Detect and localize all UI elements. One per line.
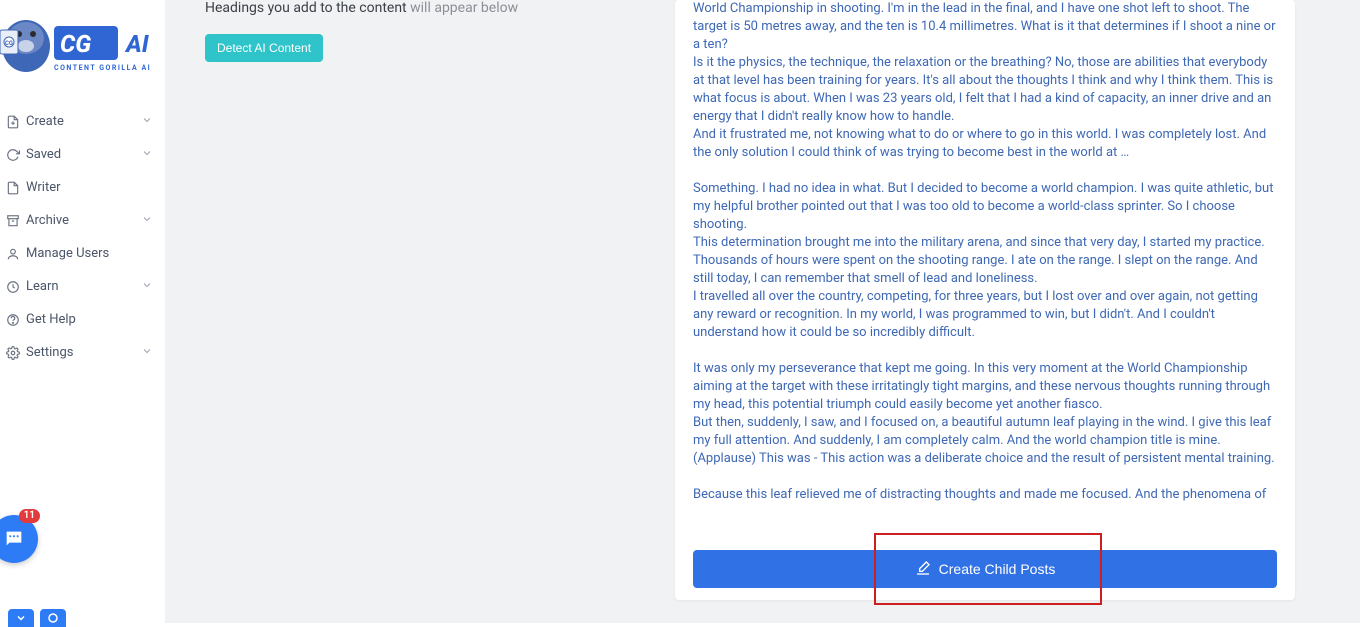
headings-note: Headings you add to the content will app… [205,0,685,16]
editor-text[interactable]: World Championship in shooting. I'm in t… [693,0,1277,530]
edit-icon [915,560,931,579]
svg-text:CONTENT GORILLA AI: CONTENT GORILLA AI [54,64,151,72]
left-panel: Headings you add to the content will app… [205,0,685,62]
detect-ai-content-button[interactable]: Detect AI Content [205,34,323,62]
brand-logo: CG CG AI CONTENT GORILLA AI [0,0,165,85]
nav-manage-users[interactable]: Manage Users [0,237,165,270]
editor-scroll[interactable]: World Championship in shooting. I'm in t… [675,0,1295,530]
create-child-posts-button[interactable]: Create Child Posts [693,550,1277,588]
bottom-action-2[interactable] [40,609,66,627]
chevron-down-icon [141,147,153,163]
user-icon [6,247,20,261]
nav-label: Create [26,114,141,129]
nav-create[interactable]: Create [0,105,165,138]
doc-icon [6,181,20,195]
gear-icon [6,346,20,360]
editor-paragraph[interactable]: But then, suddenly, I saw, and I focused… [693,414,1277,468]
editor-paragraph[interactable]: World Championship in shooting. I'm in t… [693,0,1277,54]
nav-label: Manage Users [26,246,153,261]
nav-label: Saved [26,147,141,162]
help-icon [6,313,20,327]
editor-card: World Championship in shooting. I'm in t… [675,0,1295,600]
editor-paragraph[interactable]: This determination brought me into the m… [693,234,1277,288]
editor-paragraph[interactable]: It was only my perseverance that kept me… [693,360,1277,414]
editor-paragraph[interactable]: And it frustrated me, not knowing what t… [693,126,1277,162]
nav-settings[interactable]: Settings [0,336,165,369]
chevron-down-icon [141,114,153,130]
svg-text:CG: CG [5,40,13,47]
nav-label: Learn [26,279,141,294]
create-button-row: Create Child Posts [693,550,1277,588]
chevron-down-icon [141,345,153,361]
editor-paragraph[interactable]: Something. I had no idea in what. But I … [693,180,1277,234]
nav-archive[interactable]: Archive [0,204,165,237]
nav-saved[interactable]: Saved [0,138,165,171]
create-button-label: Create Child Posts [939,561,1056,577]
editor-paragraph[interactable]: I travelled all over the country, compet… [693,288,1277,342]
chevron-down-icon [141,213,153,229]
nav-label: Writer [26,180,153,195]
gorilla-logo: CG CG AI CONTENT GORILLA AI [0,8,156,86]
nav-label: Settings [26,345,141,360]
file-plus-icon [6,115,20,129]
nav-writer[interactable]: Writer [0,171,165,204]
bottom-action-1[interactable] [8,609,34,627]
svg-text:AI: AI [124,30,150,58]
archive-icon [6,214,20,228]
refresh-icon [6,148,20,162]
editor-paragraph[interactable]: Because this leaf relieved me of distrac… [693,486,1277,504]
chat-badge: 11 [19,509,40,523]
clock-icon [6,280,20,294]
nav-label: Archive [26,213,141,228]
nav-learn[interactable]: Learn [0,270,165,303]
nav-get-help[interactable]: Get Help [0,303,165,336]
bottom-action-bar [8,609,66,627]
main-area: Headings you add to the content will app… [165,0,1360,623]
svg-text:CG: CG [60,30,91,58]
editor-paragraph[interactable]: Is it the physics, the technique, the re… [693,54,1277,126]
chevron-down-icon [141,279,153,295]
nav: Create Saved Writer Archive [0,85,165,369]
nav-label: Get Help [26,312,153,327]
